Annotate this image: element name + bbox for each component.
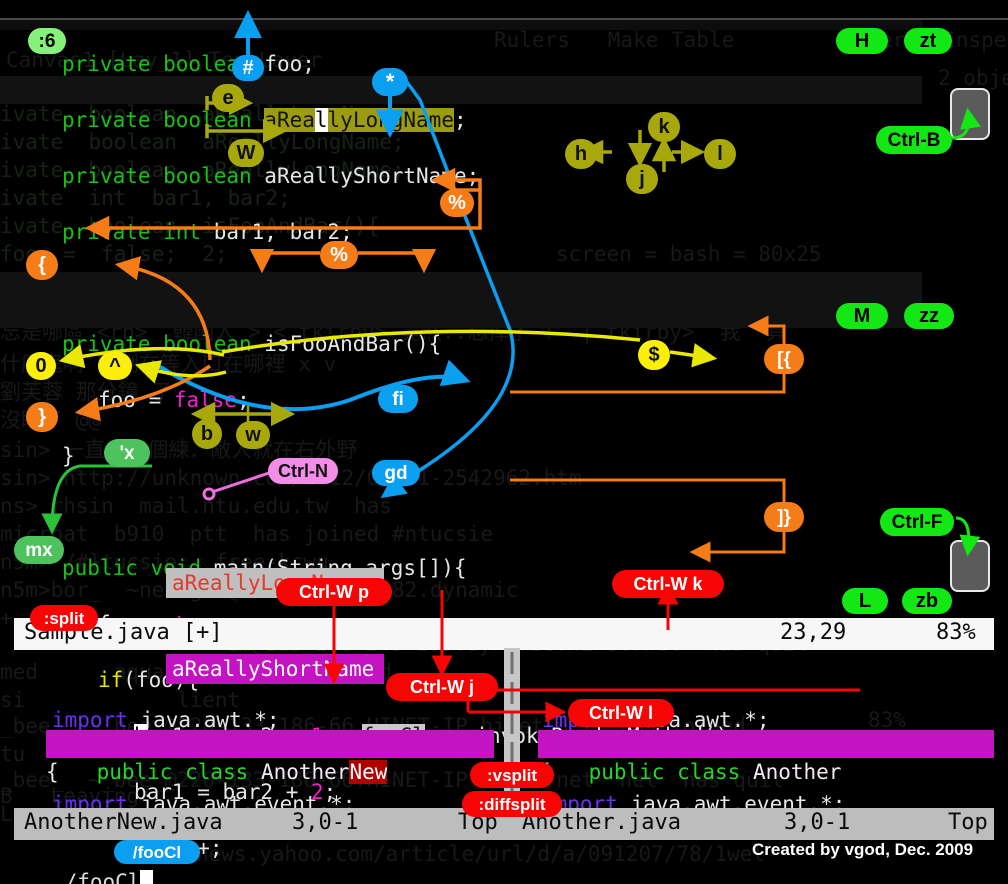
badge-gd[interactable]: gd: [372, 460, 420, 486]
badge-e[interactable]: e: [212, 84, 244, 112]
badge-caret[interactable]: ^: [98, 352, 132, 380]
statusline-position: 23,29: [780, 618, 846, 650]
badge-H[interactable]: H: [836, 28, 888, 54]
badge-fi[interactable]: fi: [378, 385, 418, 413]
badge-ctrlb[interactable]: Ctrl-B: [876, 126, 952, 154]
bottom-statusline-right-position: 3,0-1: [784, 808, 850, 840]
code-line: private int bar1, bar2;: [0, 218, 922, 246]
badge-tickx[interactable]: 'x: [104, 439, 150, 467]
cheatsheet-canvas: Canvas1_[Lay_1] TextLayer Rulers Make Ta…: [0, 0, 1008, 884]
badge-ctrln[interactable]: Ctrl-N: [268, 458, 338, 484]
badge-h[interactable]: h: [565, 139, 597, 169]
top-pane-statusline: Sample.java [+] 23,29 83%: [14, 618, 994, 650]
badge-M[interactable]: M: [836, 303, 888, 329]
statusline-percent: 83%: [936, 618, 976, 650]
code-line: foo = false;: [0, 386, 922, 414]
badge-k[interactable]: k: [648, 112, 680, 142]
badge-b[interactable]: b: [192, 419, 222, 449]
badge-zero[interactable]: 0: [26, 352, 56, 380]
badge-zz[interactable]: zz: [904, 303, 954, 329]
badge-hash[interactable]: #: [232, 55, 264, 81]
badge-brace_o[interactable]: {: [26, 250, 58, 280]
badge-ctrlwj[interactable]: Ctrl-W j: [386, 673, 498, 701]
badge-w2[interactable]: w: [236, 421, 270, 449]
badge-dollar[interactable]: $: [638, 340, 670, 370]
badge-ctrlwl[interactable]: Ctrl-W l: [568, 699, 674, 727]
scrollbar-thumb-up[interactable]: [950, 88, 990, 140]
badge-ctrlwp[interactable]: Ctrl-W p: [276, 578, 392, 606]
code-line: private boolean foo;: [0, 50, 922, 78]
badge-brk1[interactable]: [{: [764, 344, 804, 374]
scrollbar-thumb-down[interactable]: [950, 540, 990, 592]
bottom-left-class-line: public class AnotherNew: [46, 730, 494, 758]
bottom-statusline-left-filename: AnotherNew.java: [24, 808, 223, 840]
bottom-right-class-line: public class Another: [538, 730, 994, 758]
badge-pct1[interactable]: %: [440, 189, 474, 217]
badge-diffsplit[interactable]: :diffsplit: [462, 791, 562, 817]
badge-j[interactable]: j: [626, 164, 658, 194]
badge-brace_c[interactable]: }: [26, 402, 58, 432]
command-line-text: /fooCl: [65, 870, 141, 884]
code-line: public void main(String args[]){: [0, 554, 922, 582]
code-line-blank: [524, 874, 994, 884]
badge-split[interactable]: :split: [30, 605, 98, 631]
badge-w1[interactable]: W: [228, 139, 264, 167]
top-pane-top-border: [0, 18, 1008, 20]
bottom-statusline-left-position: 3,0-1: [292, 808, 358, 840]
badge-colon6[interactable]: :6: [28, 28, 66, 54]
badge-foocl[interactable]: /fooCl: [114, 840, 200, 864]
badge-zb[interactable]: zb: [902, 588, 952, 614]
code-line-blank: [0, 274, 922, 302]
code-line: private boolean aReallyShortName;: [0, 162, 922, 190]
credit-text: Created by vgod, Dec. 2009: [752, 840, 973, 860]
bottom-left-brace-line: {: [46, 758, 59, 786]
badge-star[interactable]: *: [372, 68, 408, 96]
badge-mx[interactable]: mx: [14, 536, 64, 564]
badge-brk2[interactable]: ]}: [764, 502, 804, 532]
badge-vsplit[interactable]: :vsplit: [470, 762, 554, 788]
badge-zt[interactable]: zt: [904, 28, 952, 54]
badge-ctrlwk[interactable]: Ctrl-W k: [612, 570, 724, 598]
badge-ctrlf[interactable]: Ctrl-F: [880, 508, 954, 536]
badge-L[interactable]: L: [842, 588, 888, 614]
badge-pct2[interactable]: %: [320, 241, 358, 269]
badge-l[interactable]: l: [704, 139, 736, 169]
code-line: private boolean aReallyLongName;: [0, 106, 922, 134]
bottom-statusline-right-percent: Top: [948, 808, 988, 840]
